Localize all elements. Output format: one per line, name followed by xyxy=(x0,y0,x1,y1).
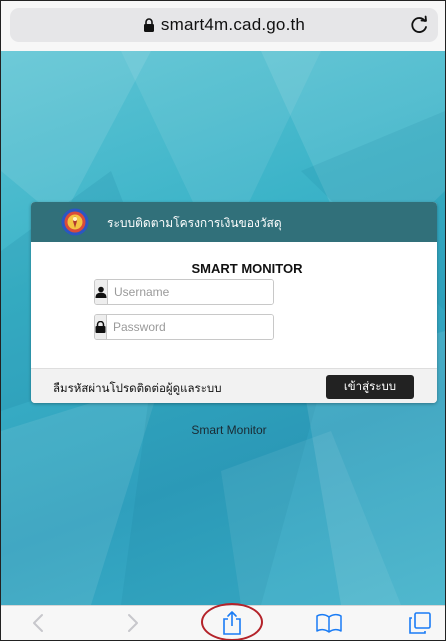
tabs-icon xyxy=(409,612,431,634)
browser-frame: smart4m.cad.go.th ระบบติดตามโครงการเงินข… xyxy=(0,0,446,641)
lock-icon xyxy=(95,315,107,339)
reload-icon[interactable] xyxy=(408,14,430,36)
forward-icon xyxy=(128,614,138,632)
browser-top-bar: smart4m.cad.go.th xyxy=(1,1,445,51)
system-title: ระบบติดตามโครงการเงินของวัสดุ xyxy=(107,216,282,230)
address-bar[interactable]: smart4m.cad.go.th xyxy=(10,8,438,42)
user-icon xyxy=(95,280,108,304)
department-seal-logo xyxy=(61,208,89,236)
browser-toolbar xyxy=(1,603,445,640)
username-input[interactable] xyxy=(108,280,273,304)
password-input[interactable] xyxy=(107,315,273,339)
url-text: smart4m.cad.go.th xyxy=(160,15,306,34)
share-highlight-circle xyxy=(201,603,263,640)
username-field xyxy=(94,279,274,305)
card-footer: ลืมรหัสผ่านโปรดติดต่อผู้ดูแลระบบ เข้าสู่… xyxy=(31,368,437,403)
back-icon xyxy=(33,614,43,632)
bookmarks-icon xyxy=(316,613,342,633)
tabs-button[interactable] xyxy=(405,610,435,636)
card-header: ระบบติดตามโครงการเงินของวัสดุ xyxy=(31,202,437,242)
lock-icon xyxy=(143,17,154,32)
forward-button[interactable] xyxy=(118,610,148,636)
url-container: smart4m.cad.go.th xyxy=(10,8,438,42)
back-button[interactable] xyxy=(23,610,53,636)
page-content: ระบบติดตามโครงการเงินของวัสดุ SMART MONI… xyxy=(1,51,445,605)
footer-app-name: Smart Monitor xyxy=(191,423,267,437)
forgot-password-text: ลืมรหัสผ่านโปรดติดต่อผู้ดูแลระบบ xyxy=(53,383,222,395)
card-title: SMART MONITOR xyxy=(191,261,303,276)
login-button[interactable]: เข้าสู่ระบบ xyxy=(326,375,414,399)
bookmarks-button[interactable] xyxy=(314,610,344,636)
login-card: ระบบติดตามโครงการเงินของวัสดุ SMART MONI… xyxy=(31,202,437,403)
password-field xyxy=(94,314,274,340)
